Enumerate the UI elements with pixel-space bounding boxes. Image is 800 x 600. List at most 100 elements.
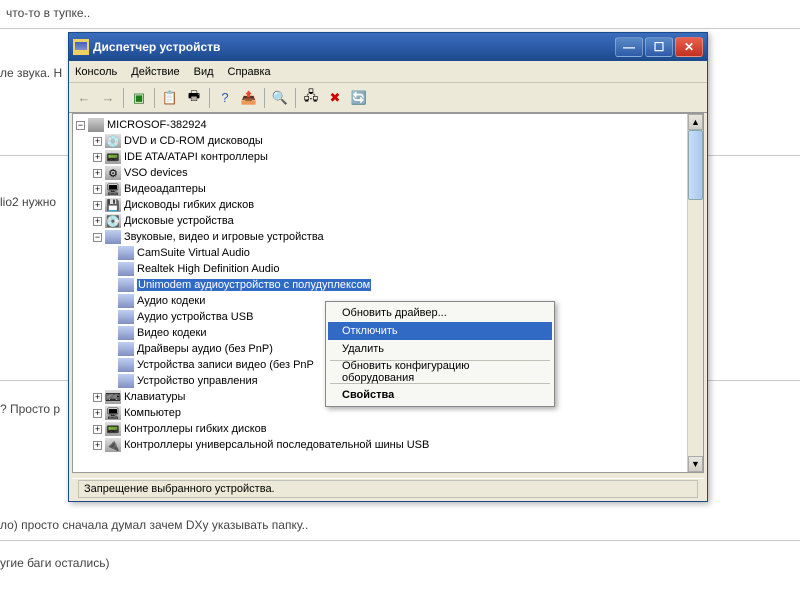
audio-device-icon bbox=[118, 278, 134, 292]
status-text: Запрещение выбранного устройства. bbox=[78, 480, 698, 498]
tree-category[interactable]: +📟Контроллеры гибких дисков bbox=[76, 421, 700, 437]
uninstall-icon: ✖ bbox=[330, 90, 341, 106]
scroll-thumb[interactable] bbox=[688, 130, 703, 200]
expand-icon[interactable]: + bbox=[93, 201, 102, 210]
category-label: Клавиатуры bbox=[124, 391, 185, 403]
tree-category[interactable]: +⚙VSO devices bbox=[76, 165, 700, 181]
audio-device-icon bbox=[118, 342, 134, 356]
print-button[interactable]: 🖶 bbox=[183, 87, 205, 109]
tree-device[interactable]: Realtek High Definition Audio bbox=[76, 261, 700, 277]
audio-device-icon bbox=[118, 310, 134, 324]
menu-view[interactable]: Вид bbox=[194, 66, 214, 78]
bg-text-4: ? Просто р bbox=[0, 402, 60, 416]
statusbar: Запрещение выбранного устройства. bbox=[72, 478, 704, 498]
menu-help[interactable]: Справка bbox=[228, 66, 271, 78]
category-label: Дисководы гибких дисков bbox=[124, 199, 254, 211]
toolbar-separator bbox=[295, 88, 296, 108]
collapse-icon[interactable]: − bbox=[93, 233, 102, 242]
device-category-icon: ⚙ bbox=[105, 166, 121, 180]
device-category-icon: ⌨ bbox=[105, 390, 121, 404]
category-label: Видеоадаптеры bbox=[124, 183, 206, 195]
vertical-scrollbar[interactable]: ▲ ▼ bbox=[687, 114, 703, 472]
toolbar: ← → ▣ 📋 🖶 ? 📤 🔍 🖧 ✖ 🔄 bbox=[69, 83, 707, 113]
export-icon: 📤 bbox=[241, 90, 257, 106]
category-label: IDE ATA/ATAPI контроллеры bbox=[124, 151, 268, 163]
properties-button[interactable]: 📋 bbox=[159, 87, 181, 109]
window-title: Диспетчер устройств bbox=[93, 40, 615, 54]
menu-console[interactable]: Консоль bbox=[75, 66, 117, 78]
audio-device-icon bbox=[118, 294, 134, 308]
tree-category[interactable]: +💽Дисковые устройства bbox=[76, 213, 700, 229]
tree-category[interactable]: +💿DVD и CD-ROM дисководы bbox=[76, 133, 700, 149]
audio-device-icon bbox=[118, 358, 134, 372]
collapse-icon[interactable]: − bbox=[76, 121, 85, 130]
device-category-icon: 🖥 bbox=[105, 406, 121, 420]
tree-category[interactable]: +🔌Контроллеры универсальной последовател… bbox=[76, 437, 700, 453]
scroll-down-button[interactable]: ▼ bbox=[688, 456, 703, 472]
update-driver-button[interactable]: 🔄 bbox=[348, 87, 370, 109]
tree-device[interactable]: CamSuite Virtual Audio bbox=[76, 245, 700, 261]
bg-divider bbox=[0, 28, 800, 29]
console-tree-button[interactable]: ▣ bbox=[128, 87, 150, 109]
audio-device-icon bbox=[118, 246, 134, 260]
tree-category[interactable]: +🖥Компьютер bbox=[76, 405, 700, 421]
help-button[interactable]: ? bbox=[214, 87, 236, 109]
toolbar-separator bbox=[154, 88, 155, 108]
tree-category[interactable]: +🖥Видеоадаптеры bbox=[76, 181, 700, 197]
ctx-disable[interactable]: Отключить bbox=[328, 322, 552, 340]
expand-icon[interactable]: + bbox=[93, 185, 102, 194]
device-label: Видео кодеки bbox=[137, 327, 207, 339]
close-button[interactable]: ✕ bbox=[675, 37, 703, 57]
device-category-icon: 📟 bbox=[105, 150, 121, 164]
expand-icon[interactable]: + bbox=[93, 169, 102, 178]
device-tree[interactable]: − MICROSOF-382924 +💿DVD и CD-ROM дисково… bbox=[73, 114, 703, 472]
category-label: VSO devices bbox=[124, 167, 188, 179]
expand-icon[interactable]: + bbox=[93, 393, 102, 402]
expand-icon[interactable]: + bbox=[93, 217, 102, 226]
tree-category[interactable]: +📟IDE ATA/ATAPI контроллеры bbox=[76, 149, 700, 165]
nav-forward-button[interactable]: → bbox=[97, 87, 119, 109]
disable-device-button[interactable]: 🖧 bbox=[300, 87, 322, 109]
expand-icon[interactable]: + bbox=[93, 425, 102, 434]
titlebar[interactable]: Диспетчер устройств — ☐ ✕ bbox=[69, 33, 707, 61]
audio-device-icon bbox=[118, 374, 134, 388]
category-label: Контроллеры гибких дисков bbox=[124, 423, 267, 435]
uninstall-device-button[interactable]: ✖ bbox=[324, 87, 346, 109]
export-button[interactable]: 📤 bbox=[238, 87, 260, 109]
sound-icon bbox=[105, 230, 121, 244]
audio-device-icon bbox=[118, 262, 134, 276]
tree-icon: ▣ bbox=[133, 90, 145, 106]
ctx-properties[interactable]: Свойства bbox=[328, 386, 552, 404]
help-icon: ? bbox=[221, 90, 228, 105]
disable-icon: 🖧 bbox=[304, 87, 319, 109]
tree-category-audio[interactable]: − Звуковые, видео и игровые устройства bbox=[76, 229, 700, 245]
device-label: Realtek High Definition Audio bbox=[137, 263, 279, 275]
device-category-icon: 💽 bbox=[105, 214, 121, 228]
expand-icon[interactable]: + bbox=[93, 441, 102, 450]
category-label: Звуковые, видео и игровые устройства bbox=[124, 231, 324, 243]
nav-back-button[interactable]: ← bbox=[73, 87, 95, 109]
minimize-button[interactable]: — bbox=[615, 37, 643, 57]
scan-hardware-button[interactable]: 🔍 bbox=[269, 87, 291, 109]
device-label: Устройство управления bbox=[137, 375, 258, 387]
ctx-refresh-hw[interactable]: Обновить конфигурацию оборудования bbox=[328, 363, 552, 381]
audio-device-icon bbox=[118, 326, 134, 340]
expand-icon[interactable]: + bbox=[93, 409, 102, 418]
expand-icon[interactable]: + bbox=[93, 137, 102, 146]
device-label: CamSuite Virtual Audio bbox=[137, 247, 250, 259]
category-label: Компьютер bbox=[124, 407, 181, 419]
maximize-button[interactable]: ☐ bbox=[645, 37, 673, 57]
device-category-icon: 📟 bbox=[105, 422, 121, 436]
ctx-delete[interactable]: Удалить bbox=[328, 340, 552, 358]
device-label: Устройства записи видео (без PnP bbox=[137, 359, 314, 371]
menu-action[interactable]: Действие bbox=[131, 66, 179, 78]
app-icon bbox=[73, 39, 89, 55]
scroll-up-button[interactable]: ▲ bbox=[688, 114, 703, 130]
tree-device[interactable]: Unimodem аудиоустройство с полудуплексом bbox=[76, 277, 700, 293]
expand-icon[interactable]: + bbox=[93, 153, 102, 162]
tree-root[interactable]: − MICROSOF-382924 bbox=[76, 117, 700, 133]
ctx-update-driver[interactable]: Обновить драйвер... bbox=[328, 304, 552, 322]
device-label: Драйверы аудио (без PnP) bbox=[137, 343, 273, 355]
tree-category[interactable]: +💾Дисководы гибких дисков bbox=[76, 197, 700, 213]
device-category-icon: 💾 bbox=[105, 198, 121, 212]
